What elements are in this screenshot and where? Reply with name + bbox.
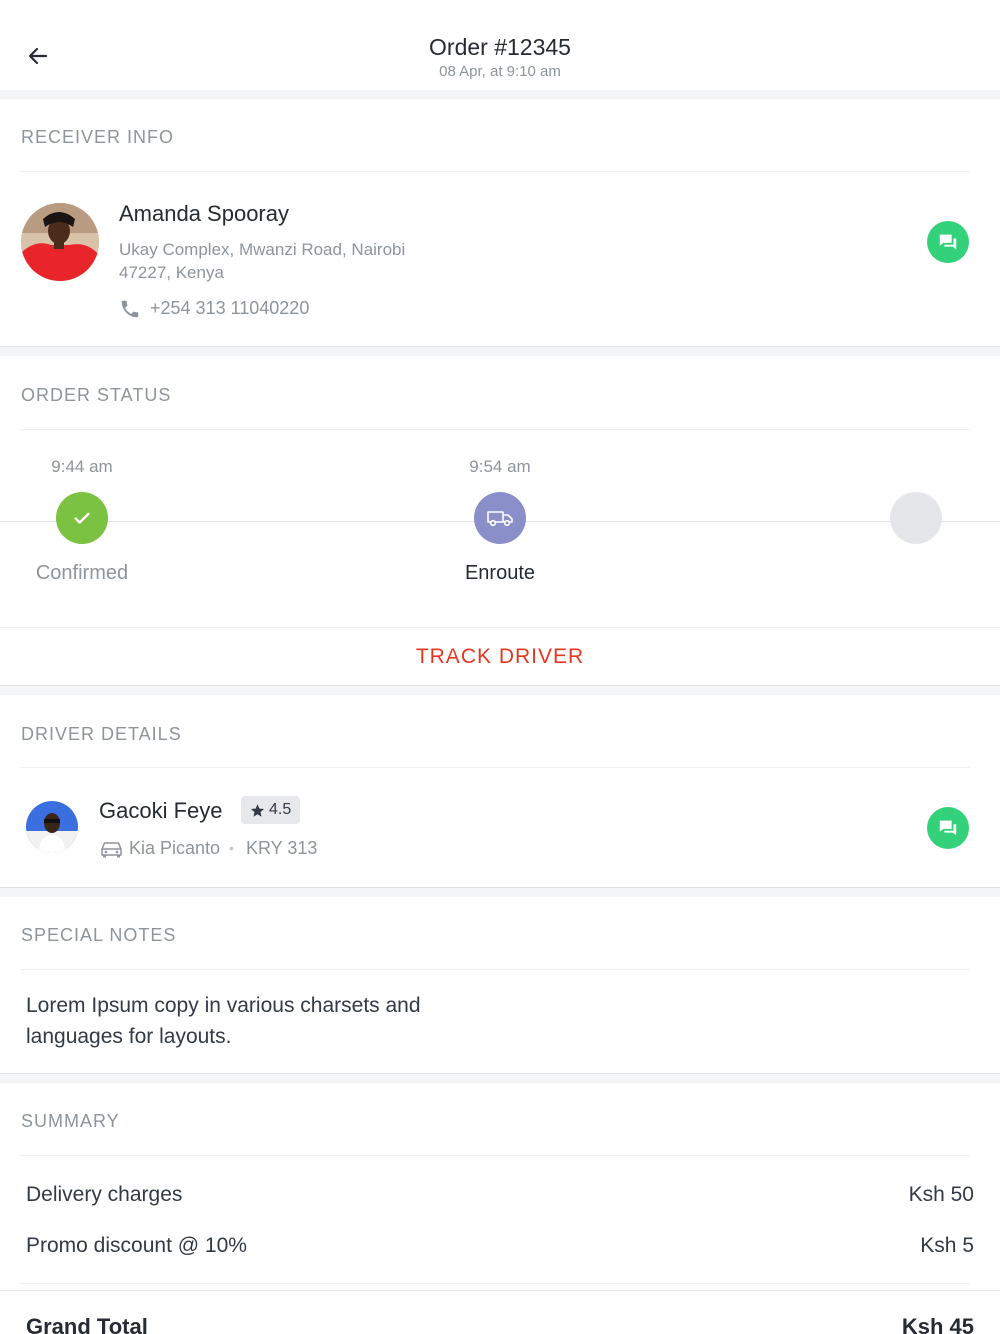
driver-name: Gacoki Feye	[99, 798, 223, 823]
step-confirmed-label: Confirmed	[35, 562, 129, 584]
chat-icon	[939, 820, 957, 836]
step-enroute-dot	[474, 492, 526, 544]
star-icon	[250, 803, 265, 817]
chat-icon	[939, 234, 957, 250]
summary-row-amount: Ksh 5	[920, 1234, 974, 1257]
divider	[21, 1155, 970, 1156]
notes-line-2: languages for layouts.	[26, 1025, 232, 1048]
receiver-address-line1: Ukay Complex, Mwanzi Road, Nairobi	[119, 240, 406, 259]
step-confirmed-dot	[56, 492, 108, 544]
receiver-avatar	[21, 203, 99, 281]
receiver-name: Amanda Spooray	[119, 201, 289, 226]
van-icon	[487, 511, 513, 527]
driver-plate: KRY 313	[246, 838, 318, 858]
page-title: Order #12345	[429, 34, 571, 60]
divider	[21, 969, 970, 970]
receiver-phone[interactable]: +254 313 11040220	[150, 297, 309, 320]
summary-section-label: SUMMARY	[21, 1111, 120, 1131]
divider	[0, 686, 1000, 695]
divider	[0, 1290, 1000, 1291]
car-icon	[99, 839, 124, 859]
divider	[0, 90, 1000, 99]
step-confirmed-time: 9:44 am	[51, 457, 113, 476]
driver-rating-value: 4.5	[269, 801, 292, 818]
divider	[0, 888, 1000, 897]
divider	[21, 1283, 970, 1284]
divider	[21, 171, 970, 172]
step-enroute-time: 9:54 am	[469, 457, 531, 476]
driver-rating-badge: 4.5	[241, 796, 301, 824]
chat-receiver-button[interactable]	[927, 221, 969, 263]
summary-grand-total: Grand Total Ksh 45	[26, 1314, 974, 1334]
step-enroute-label: Enroute	[464, 562, 536, 584]
receiver-section-label: RECEIVER INFO	[21, 127, 175, 147]
divider	[21, 429, 970, 430]
order-timestamp: 08 Apr, at 9:10 am	[439, 63, 561, 80]
driver-car-model: Kia Picanto	[129, 838, 221, 858]
driver-avatar	[26, 801, 78, 853]
summary-row-delivery: Delivery charges Ksh 50	[26, 1183, 974, 1207]
divider	[0, 347, 1000, 356]
order-status-section-label: ORDER STATUS	[21, 385, 172, 405]
divider	[0, 1074, 1000, 1083]
summary-row-amount: Ksh 50	[908, 1183, 974, 1206]
notes-section-label: SPECIAL NOTES	[21, 925, 177, 945]
app-header: Order #12345 08 Apr, at 9:10 am	[0, 0, 1000, 90]
track-driver-button[interactable]: TRACK DRIVER	[0, 628, 1000, 685]
summary-row-promo: Promo discount @ 10% Ksh 5	[26, 1234, 974, 1258]
check-icon	[74, 512, 90, 524]
summary-row-label: Delivery charges	[26, 1183, 183, 1206]
phone-icon	[119, 298, 141, 320]
driver-section-label: DRIVER DETAILS	[21, 724, 182, 744]
chat-driver-button[interactable]	[927, 807, 969, 849]
receiver-address-line2: 47227, Kenya	[119, 263, 224, 282]
separator-dot: •	[229, 840, 234, 856]
notes-line-1: Lorem Ipsum copy in various charsets and	[26, 994, 421, 1017]
step-pending-dot	[890, 492, 942, 544]
divider	[21, 767, 970, 768]
grand-total-amount: Ksh 45	[901, 1314, 974, 1334]
summary-row-label: Promo discount @ 10%	[26, 1234, 247, 1257]
grand-total-label: Grand Total	[26, 1314, 148, 1334]
